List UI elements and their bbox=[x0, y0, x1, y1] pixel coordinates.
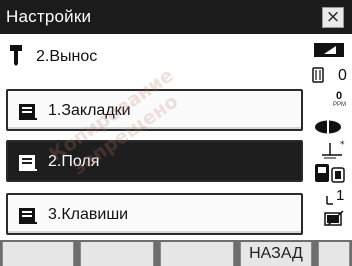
stakeout-pole-icon bbox=[10, 45, 22, 66]
svg-text:*: * bbox=[340, 140, 345, 150]
title-bar: Настройки × bbox=[0, 0, 352, 34]
tilt-compensator-icon bbox=[315, 164, 345, 183]
softkey-f1[interactable] bbox=[2, 242, 74, 266]
menu-item-label: 1.Закладки bbox=[48, 102, 131, 119]
menu-item-label: 3.Клавиши bbox=[48, 206, 129, 223]
memo-icon bbox=[19, 104, 37, 120]
breadcrumb-label: 2.Вынос bbox=[36, 48, 98, 65]
target-type-icon bbox=[315, 120, 341, 134]
prism-constant: 0 bbox=[338, 67, 347, 84]
status-bar: 0 0 PPM * 1 bbox=[306, 34, 352, 240]
softkey-f3[interactable] bbox=[160, 242, 234, 266]
menu-item-fields[interactable]: 2.Поля bbox=[6, 140, 303, 182]
softkey-back-label: НАЗАД bbox=[249, 245, 303, 262]
menu-item-label: 2.Поля bbox=[48, 153, 100, 170]
close-icon: × bbox=[325, 7, 341, 27]
main-panel: 2.Вынос 1.Закладки 2.Поля 3.Клавиши bbox=[0, 34, 306, 240]
signal-strength-icon bbox=[314, 43, 344, 57]
softkey-back[interactable]: НАЗАД bbox=[240, 242, 312, 266]
battery-icon bbox=[324, 210, 344, 226]
menu-item-keys[interactable]: 3.Клавиши bbox=[6, 193, 303, 235]
prism-icon bbox=[312, 67, 324, 83]
input-mode-icon bbox=[326, 196, 333, 205]
softkey-f5[interactable] bbox=[318, 242, 350, 266]
softkey-bar: НАЗАД bbox=[0, 240, 352, 266]
laser-plummet-icon: * bbox=[322, 140, 345, 159]
memo-icon bbox=[19, 155, 37, 171]
ppm-value: 0 bbox=[336, 90, 343, 102]
menu-item-bookmarks[interactable]: 1.Закладки bbox=[6, 89, 303, 131]
close-button[interactable]: × bbox=[322, 7, 344, 28]
input-mode-number: 1 bbox=[336, 187, 345, 204]
window-title: Настройки bbox=[6, 7, 92, 26]
ppm-unit: PPM bbox=[333, 102, 347, 108]
memo-icon bbox=[19, 208, 37, 224]
softkey-f2[interactable] bbox=[80, 242, 154, 266]
